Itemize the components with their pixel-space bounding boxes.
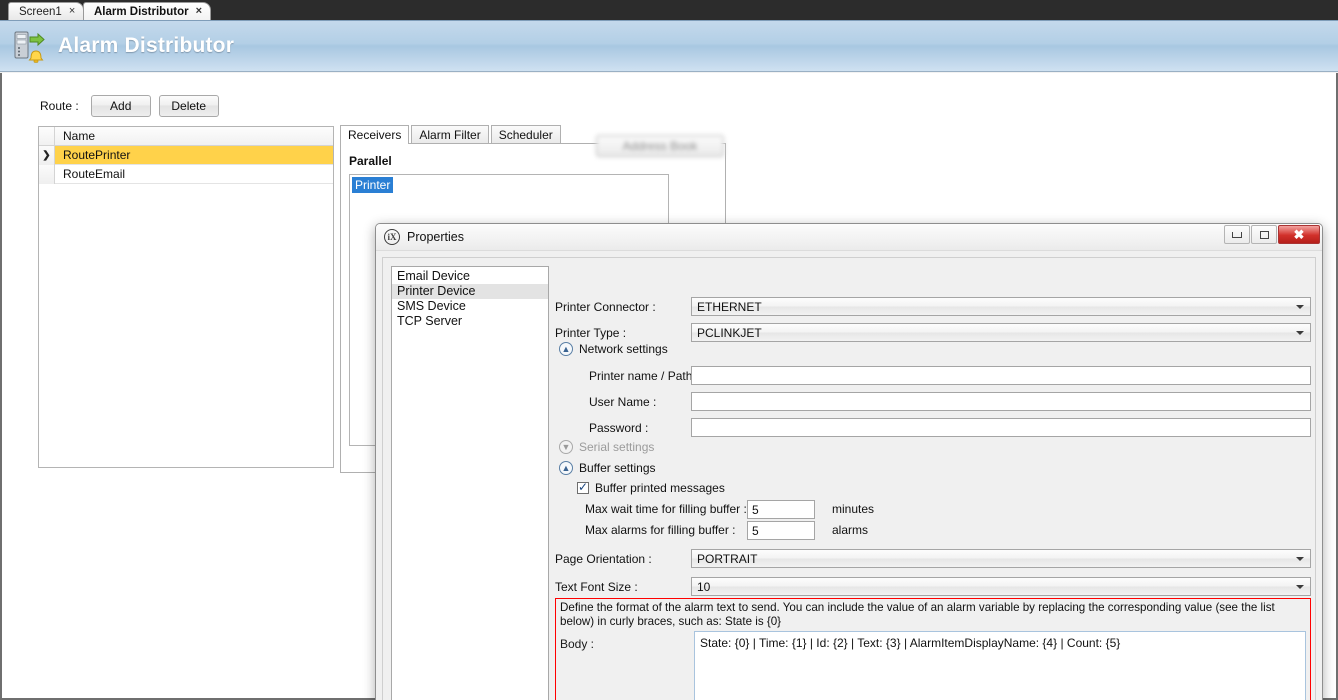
printer-connector-label: Printer Connector : (555, 300, 656, 314)
printer-name-label: Printer name / Path : (589, 369, 700, 383)
column-header-name: Name (63, 129, 96, 143)
page-orientation-value: PORTRAIT (697, 552, 758, 566)
maximize-button[interactable] (1251, 225, 1277, 244)
chevron-up-icon: ▲ (559, 461, 573, 475)
max-wait-time-label: Max wait time for filling buffer : (585, 502, 747, 516)
row-marker-column-header (39, 127, 55, 145)
checkbox-icon[interactable] (577, 480, 589, 494)
tab-receivers[interactable]: Receivers (340, 125, 410, 144)
ix-app-icon: iX (384, 229, 400, 245)
buffer-printed-messages-label: Buffer printed messages (595, 481, 725, 495)
page-banner: Alarm Distributor (0, 20, 1338, 72)
printer-type-select[interactable]: PCLINKJET (691, 323, 1311, 342)
body-label: Body : (560, 637, 595, 651)
device-list-item-email[interactable]: Email Device (392, 269, 548, 284)
text-font-size-label: Text Font Size : (555, 580, 638, 594)
password-label: Password : (589, 421, 649, 435)
add-route-button[interactable]: Add (90, 95, 151, 117)
format-description: Define the format of the alarm text to s… (560, 601, 1275, 628)
document-tab-screen1[interactable]: Screen1 × (8, 2, 85, 20)
parallel-label: Parallel (349, 154, 392, 168)
dialog-body: Email Device Printer Device SMS Device T… (376, 251, 1322, 700)
page-orientation-select[interactable]: PORTRAIT (691, 549, 1311, 568)
password-input[interactable] (691, 418, 1311, 437)
minimize-icon (1232, 231, 1242, 238)
printer-connector-select[interactable]: ETHERNET (691, 297, 1311, 316)
device-list-item-printer[interactable]: Printer Device (392, 284, 548, 299)
maximize-icon (1259, 230, 1269, 239)
buffer-settings-label: Buffer settings (579, 461, 656, 475)
buffer-settings-section-toggle[interactable]: ▲ Buffer settings (559, 461, 656, 475)
minimize-button[interactable] (1224, 225, 1250, 244)
dialog-title: Properties (407, 230, 464, 244)
delete-route-button[interactable]: Delete (158, 95, 219, 117)
printer-name-input[interactable] (691, 366, 1311, 385)
user-name-input[interactable] (691, 392, 1311, 411)
window-controls: ✖ (1223, 225, 1320, 244)
close-button[interactable]: ✖ (1278, 225, 1320, 244)
route-grid-header: Name (39, 127, 333, 146)
chevron-down-icon (1296, 305, 1304, 309)
serial-settings-label: Serial settings (579, 440, 655, 454)
route-toolbar: Route : Add Delete (40, 95, 219, 117)
table-row[interactable]: RouteEmail (39, 164, 333, 184)
close-icon[interactable]: × (196, 6, 202, 17)
document-tab-alarm-distributor[interactable]: Alarm Distributor × (83, 2, 212, 20)
page-title: Alarm Distributor (58, 34, 235, 57)
dialog-title-bar[interactable]: iX Properties ✖ (376, 224, 1322, 251)
buffer-printed-messages-checkbox-row[interactable]: Buffer printed messages (577, 480, 725, 495)
route-label: Route : (40, 99, 79, 113)
document-tab-label: Screen1 (19, 5, 62, 18)
max-alarms-label: Max alarms for filling buffer : (585, 523, 736, 537)
chevron-down-icon (1296, 331, 1304, 335)
network-settings-label: Network settings (579, 342, 668, 356)
route-grid[interactable]: Name ❯ RoutePrinter RouteEmail (38, 126, 334, 468)
route-name-cell: RouteEmail (63, 167, 126, 181)
row-marker (39, 164, 55, 184)
chevron-up-icon: ▲ (559, 342, 573, 356)
close-icon[interactable]: × (69, 6, 75, 17)
max-wait-time-input[interactable]: 5 (747, 500, 815, 519)
printer-connector-value: ETHERNET (697, 300, 762, 314)
tab-alarm-filter[interactable]: Alarm Filter (411, 125, 489, 144)
address-book-button[interactable]: Address Book (596, 135, 724, 157)
alarm-distributor-icon (12, 28, 48, 64)
serial-settings-section-toggle[interactable]: ▼ Serial settings (559, 440, 654, 454)
table-row[interactable]: ❯ RoutePrinter (39, 145, 333, 165)
current-row-marker-icon: ❯ (39, 145, 55, 165)
receiver-list-item[interactable]: Printer (352, 177, 394, 193)
document-tab-strip: Screen1 × Alarm Distributor × (0, 0, 1338, 20)
chevron-down-icon (1296, 557, 1304, 561)
main-content: Route : Add Delete Configure Distributio… (0, 73, 1338, 700)
max-alarms-input[interactable]: 5 (747, 521, 815, 540)
page-orientation-label: Page Orientation : (555, 552, 652, 566)
application-window: Screen1 × Alarm Distributor × Alarm Dist… (0, 0, 1338, 700)
document-tab-label: Alarm Distributor (94, 5, 189, 18)
dialog-inner-panel: Email Device Printer Device SMS Device T… (382, 257, 1316, 700)
text-font-size-select[interactable]: 10 (691, 577, 1311, 596)
max-alarms-unit: alarms (832, 523, 869, 537)
printer-type-value: PCLINKJET (697, 326, 762, 340)
device-list-item-tcp-server[interactable]: TCP Server (392, 314, 548, 329)
chevron-down-icon: ▼ (559, 440, 573, 454)
max-wait-time-unit: minutes (832, 502, 875, 516)
body-textarea[interactable]: State: {0} | Time: {1} | Id: {2} | Text:… (694, 631, 1306, 700)
user-name-label: User Name : (589, 395, 657, 409)
route-name-cell: RoutePrinter (63, 148, 131, 162)
device-list-item-sms[interactable]: SMS Device (392, 299, 548, 314)
device-list[interactable]: Email Device Printer Device SMS Device T… (391, 266, 549, 700)
properties-dialog: iX Properties ✖ Email Device Printer Dev… (375, 223, 1323, 700)
network-settings-section-toggle[interactable]: ▲ Network settings (559, 342, 668, 356)
tab-scheduler[interactable]: Scheduler (490, 125, 561, 144)
printer-type-label: Printer Type : (555, 326, 627, 340)
text-font-size-value: 10 (697, 580, 711, 594)
chevron-down-icon (1296, 585, 1304, 589)
alarm-text-format-block: Define the format of the alarm text to s… (555, 598, 1311, 700)
